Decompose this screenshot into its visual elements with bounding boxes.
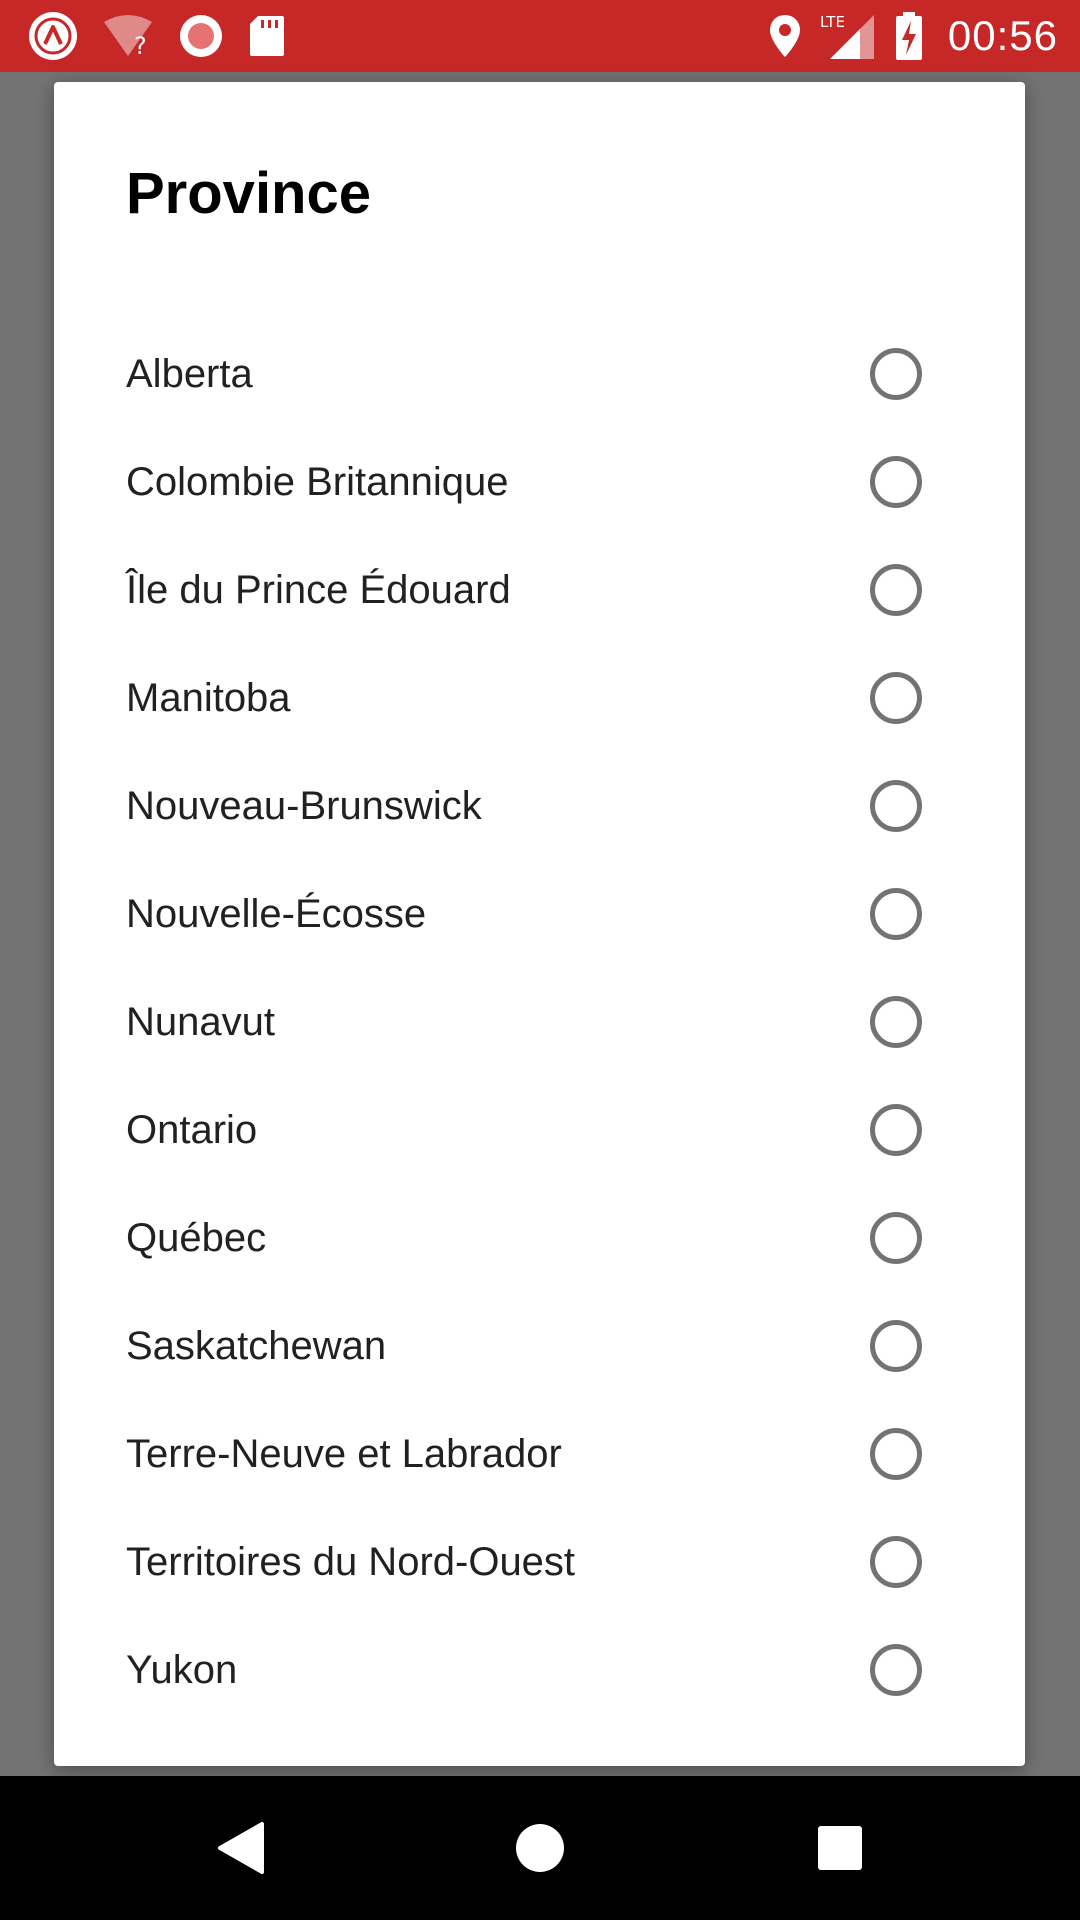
province-option-label: Ontario (126, 1107, 258, 1152)
province-option-label: Saskatchewan (126, 1323, 387, 1368)
province-option[interactable]: Nouveau-Brunswick (54, 752, 1025, 860)
radio-button[interactable] (870, 996, 922, 1048)
back-icon (218, 1822, 264, 1874)
recents-button[interactable] (804, 1812, 876, 1884)
radio-button[interactable] (870, 1104, 922, 1156)
wifi-question-icon: ? (104, 15, 152, 58)
province-option-label: Nunavut (126, 999, 275, 1044)
status-right-icons: LTE 00:56 (768, 10, 1058, 62)
status-bar: ? LTE 00:56 (0, 0, 1080, 72)
province-option[interactable]: Saskatchewan (54, 1292, 1025, 1400)
province-option[interactable]: Terre-Neuve et Labrador (54, 1400, 1025, 1508)
radio-button[interactable] (870, 456, 922, 508)
recents-icon (818, 1826, 862, 1870)
province-option[interactable]: Île du Prince Édouard (54, 536, 1025, 644)
province-option[interactable]: Nunavut (54, 968, 1025, 1076)
sd-card-icon (250, 16, 284, 56)
radio-button[interactable] (870, 348, 922, 400)
province-option-label: Terre-Neuve et Labrador (126, 1431, 562, 1476)
radio-button[interactable] (870, 1644, 922, 1696)
province-option[interactable]: Alberta (54, 320, 1025, 428)
province-option[interactable]: Ontario (54, 1076, 1025, 1184)
home-button[interactable] (504, 1812, 576, 1884)
radio-button[interactable] (870, 1536, 922, 1588)
radio-button[interactable] (870, 1428, 922, 1480)
province-option-label: Nouvelle-Écosse (126, 891, 427, 936)
province-option-label: Manitoba (126, 675, 291, 720)
radio-button[interactable] (870, 780, 922, 832)
radio-button[interactable] (870, 564, 922, 616)
navigation-bar (0, 1776, 1080, 1920)
screen: ? LTE 00:56 Province Alberta Colombie Br… (0, 0, 1080, 1920)
province-option-label: Alberta (126, 351, 253, 396)
app-notification-icon (29, 12, 77, 60)
province-option-label: Territoires du Nord-Ouest (126, 1539, 576, 1584)
dialog-title: Province (126, 161, 371, 226)
location-icon (769, 15, 800, 57)
province-option[interactable]: Yukon (54, 1616, 1025, 1724)
svg-text:LTE: LTE (820, 13, 845, 31)
province-option[interactable]: Manitoba (54, 644, 1025, 752)
province-option[interactable]: Territoires du Nord-Ouest (54, 1508, 1025, 1616)
back-button[interactable] (204, 1812, 276, 1884)
province-option[interactable]: Québec (54, 1184, 1025, 1292)
province-option[interactable]: Colombie Britannique (54, 428, 1025, 536)
svg-text:?: ? (134, 32, 147, 58)
province-option-label: Nouveau-Brunswick (126, 783, 482, 828)
home-icon (516, 1824, 564, 1872)
province-option-list: Alberta Colombie Britannique Île du Prin… (54, 320, 1025, 1724)
record-icon (180, 15, 222, 57)
province-option-label: Île du Prince Édouard (126, 567, 511, 612)
radio-button[interactable] (870, 1212, 922, 1264)
radio-button[interactable] (870, 672, 922, 724)
province-dialog: Province Alberta Colombie Britannique Îl… (54, 82, 1025, 1766)
province-option-label: Colombie Britannique (126, 459, 509, 504)
province-option-label: Québec (126, 1215, 267, 1260)
battery-charging-icon (895, 12, 922, 60)
province-option[interactable]: Nouvelle-Écosse (54, 860, 1025, 968)
status-clock: 00:56 (947, 12, 1058, 59)
radio-button[interactable] (870, 888, 922, 940)
province-option-label: Yukon (126, 1647, 238, 1692)
status-left-icons: ? (28, 10, 286, 62)
lte-signal-icon: LTE (820, 13, 874, 59)
radio-button[interactable] (870, 1320, 922, 1372)
